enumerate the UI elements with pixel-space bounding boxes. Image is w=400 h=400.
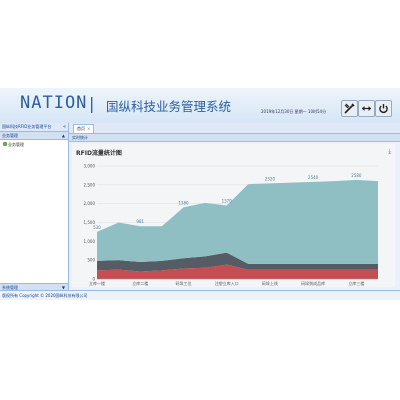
collapse-icon[interactable]: «	[63, 123, 66, 131]
download-icon[interactable]: ⤓	[388, 148, 391, 156]
tab-home[interactable]: 首页 ×	[73, 124, 95, 133]
x-tick-label: 立库二楼	[132, 280, 148, 286]
header-datetime: 2019年12月30日 星期一 10时54分	[261, 109, 327, 114]
data-label: 2520	[265, 176, 276, 181]
tab-bar: 首页 ×	[69, 123, 400, 134]
x-tick-label: 码垛工位	[175, 280, 191, 286]
x-tick-label: 注塑立库入口	[215, 280, 239, 286]
nav-group-system[interactable]: 系统管理 ▼	[0, 283, 68, 290]
swap-icon	[362, 106, 371, 111]
y-tick-label: 500	[87, 258, 95, 263]
swap-button[interactable]	[358, 100, 375, 117]
nav-group-business[interactable]: 业务管理 ▲	[0, 132, 68, 140]
main-area: 首页 × 实时统计 RFID流量统计图 ⤓ 0 500 1,000 1,500 2,000…	[69, 123, 400, 290]
power-button[interactable]	[375, 100, 392, 117]
panel-title: 实时统计	[69, 134, 400, 142]
data-label: 2540	[308, 175, 319, 180]
tools-button[interactable]	[341, 100, 358, 117]
y-tick-label: 3,000	[84, 164, 96, 169]
x-tick-label: 码垛上线	[262, 280, 278, 286]
nav-item-label: 业务管理	[8, 142, 24, 147]
data-label: 2580	[351, 173, 362, 178]
x-tick-label: 码垛到成品库	[301, 280, 325, 286]
system-name: 国纵科技业务管理系统	[106, 99, 232, 114]
nav-group-label: 业务管理	[2, 133, 18, 138]
nav-item-business[interactable]: 业务管理	[0, 140, 68, 149]
left-panel: 国纵科技RFID业务管理平台 « 业务管理 ▲ 业务管理 系统管理 ▼	[0, 123, 69, 290]
tree-icon	[3, 142, 7, 146]
header-separator: |	[89, 94, 95, 113]
chevron-up-icon: ▲	[61, 133, 65, 138]
x-tick-label: 立库一楼	[89, 280, 105, 286]
left-panel-title: 国纵科技RFID业务管理平台 «	[0, 123, 68, 132]
y-tick-label: 2,500	[84, 182, 96, 187]
tab-home-label: 首页	[77, 126, 85, 131]
footer: 版权所有 Copyright © 2020国纵科技有限公司	[0, 290, 400, 300]
y-tick-label: 1,000	[84, 239, 96, 244]
data-label: 981	[136, 219, 144, 224]
tools-icon	[344, 103, 355, 114]
area-chart: 05001,0001,5002,0002,5003,0005309811380 1…	[84, 164, 378, 286]
brand-logo: NATION	[20, 93, 88, 113]
copyright-text: 版权所有 Copyright © 2020国纵科技有限公司	[2, 293, 88, 298]
data-label: 1380	[178, 200, 189, 205]
chart-container: RFID流量统计图 ⤓ 0 500 1,000 1,500 2,000 2,500 3,00…	[72, 144, 395, 287]
data-label: 530	[93, 225, 101, 230]
app-header: NATION | 国纵科技业务管理系统 2019年12月30日 星期一 10时5…	[0, 88, 400, 124]
left-panel-title-text: 国纵科技RFID业务管理平台	[2, 124, 52, 129]
blank-top-area	[0, 0, 400, 88]
close-icon[interactable]: ×	[87, 126, 90, 131]
power-icon	[379, 104, 388, 114]
chart-title: RFID流量统计图	[76, 150, 122, 157]
data-label: 1370	[222, 199, 233, 204]
y-tick-label: 2,000	[84, 201, 96, 206]
x-tick-label: 立库三楼	[348, 280, 364, 286]
